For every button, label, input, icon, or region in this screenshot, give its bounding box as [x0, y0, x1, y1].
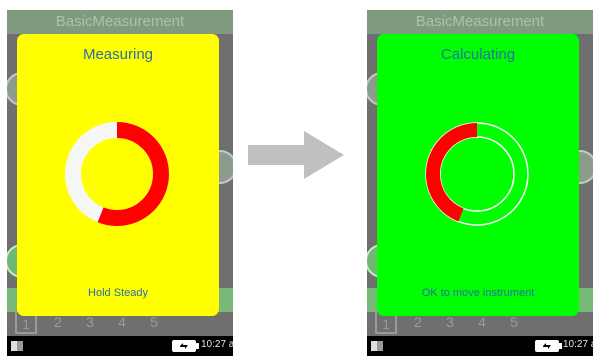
dialog-message: Hold Steady — [88, 287, 148, 299]
measuring-dialog: Measuring Hold Steady — [17, 34, 219, 316]
progress-ring — [425, 122, 529, 226]
clock: 10:27 am — [563, 339, 593, 350]
comparison-stage: BasicMeasurement 1 2 3 4 5 10:27 am Meas… — [0, 0, 594, 356]
clock: 10:27 am — [201, 339, 233, 350]
calculating-dialog: Calculating OK to move instrument — [377, 34, 579, 316]
app-title: BasicMeasurement — [7, 10, 233, 34]
progress-ring — [65, 122, 169, 226]
progress-track-inner — [439, 136, 515, 212]
windows-start-icon[interactable] — [371, 341, 383, 351]
dialog-title: Measuring — [82, 46, 154, 63]
windows-start-icon[interactable] — [11, 341, 23, 351]
battery-icon[interactable] — [535, 340, 562, 352]
progress-arc — [426, 123, 528, 225]
device-screen-calculating: BasicMeasurement 1 2 3 4 5 10:27 am Calc… — [367, 10, 593, 356]
status-bar: 10:27 am — [7, 336, 233, 356]
device-screen-measuring: BasicMeasurement 1 2 3 4 5 10:27 am Meas… — [7, 10, 233, 356]
right-arrow-icon — [248, 131, 344, 179]
app-title: BasicMeasurement — [367, 10, 593, 34]
battery-icon[interactable] — [172, 340, 199, 352]
dialog-message: OK to move instrument — [421, 287, 535, 299]
status-bar: 10:27 am — [367, 336, 593, 356]
dialog-title: Calculating — [440, 46, 516, 63]
